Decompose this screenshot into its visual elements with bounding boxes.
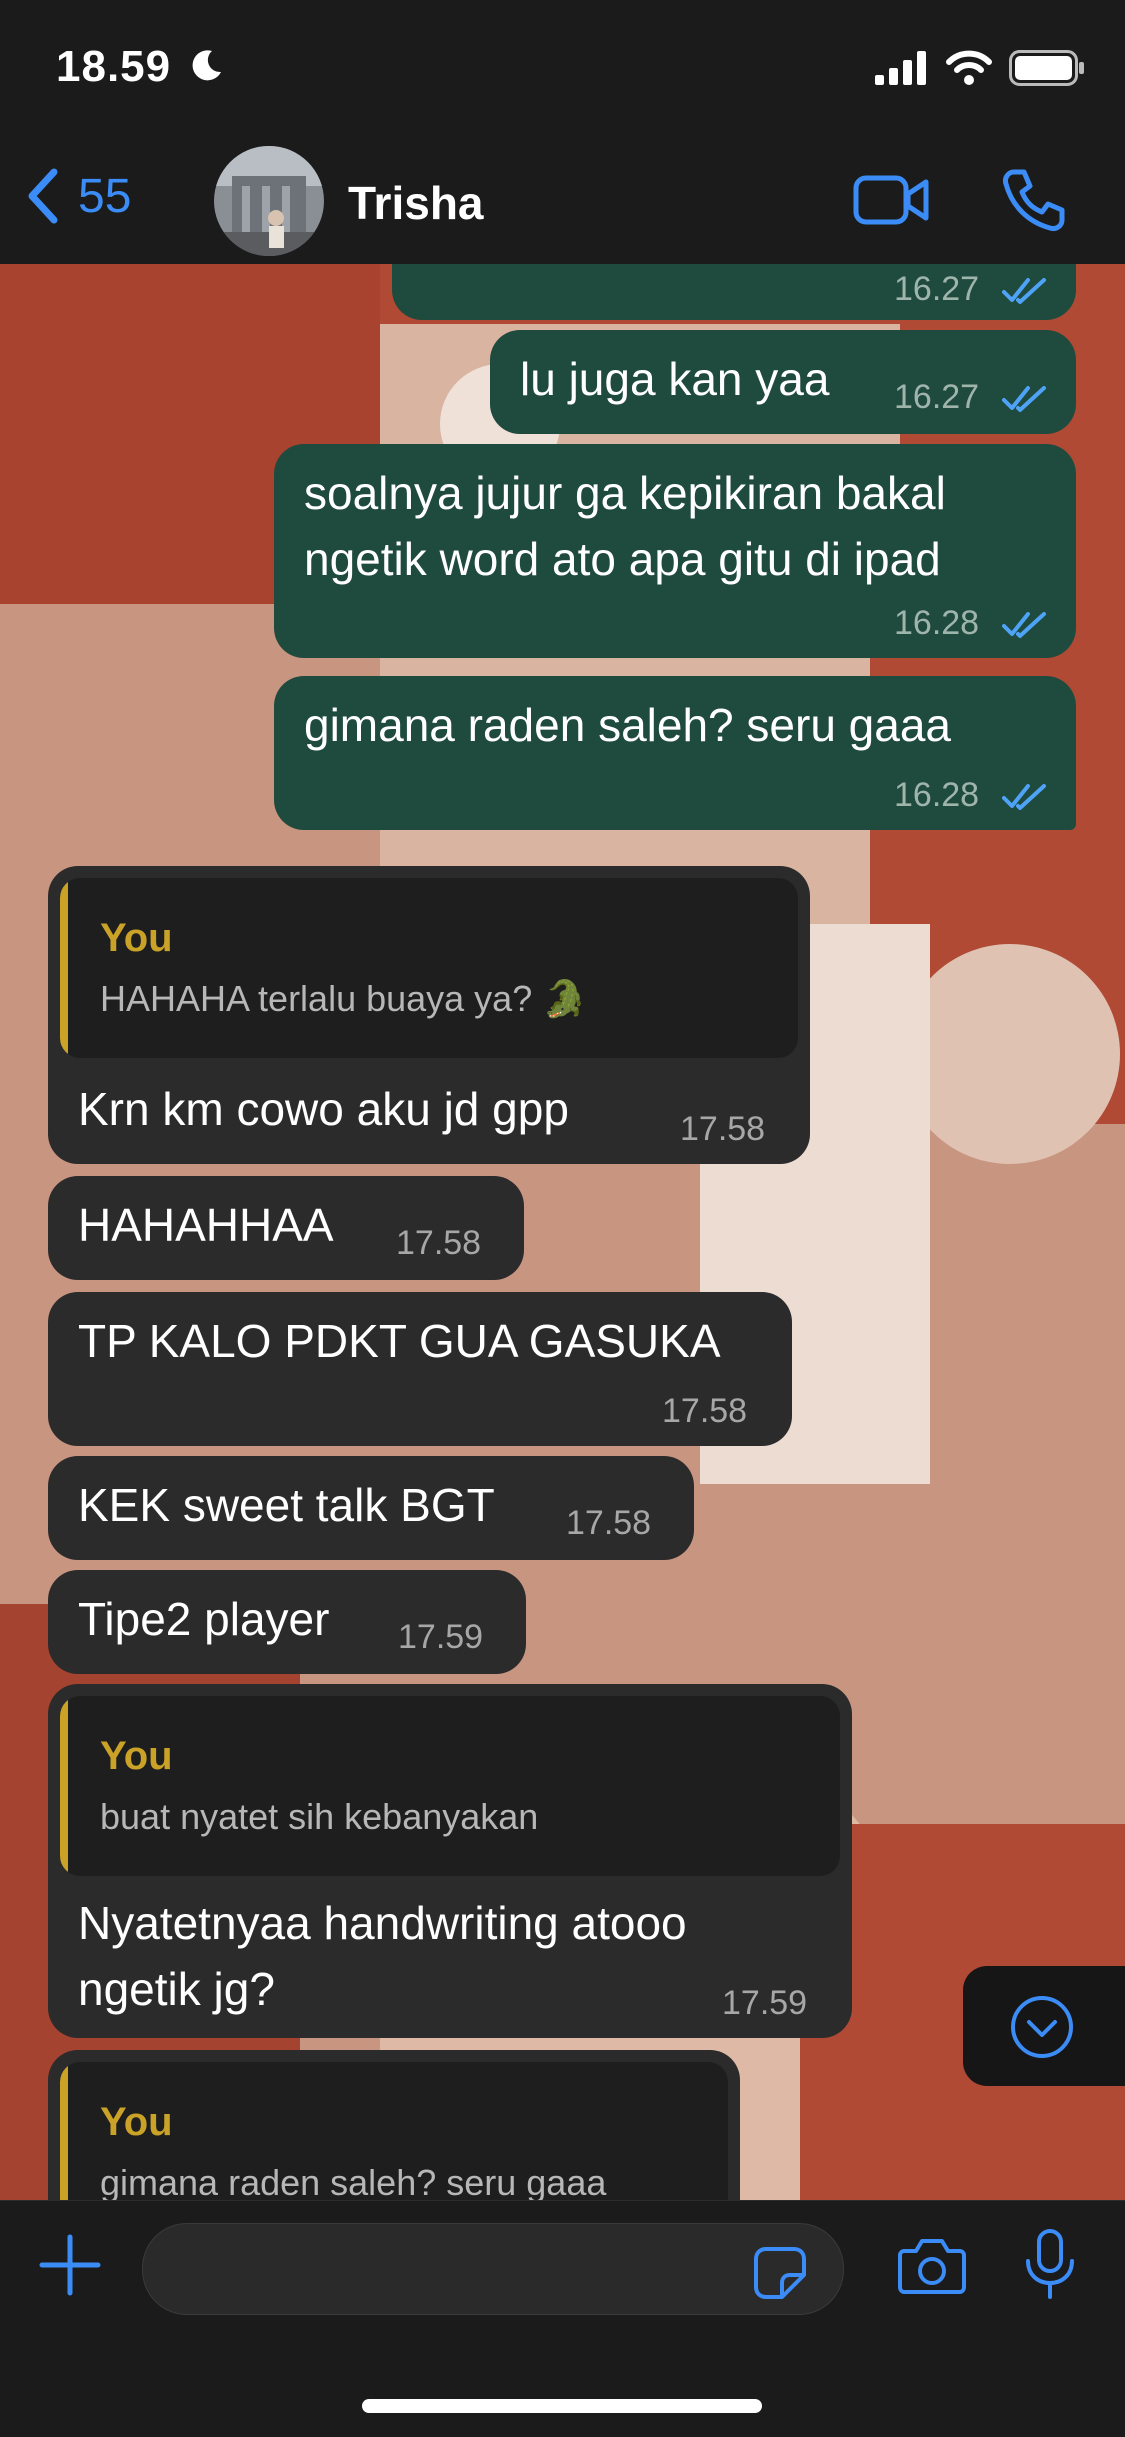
message-time: 16.28 bbox=[894, 776, 980, 814]
camera-icon[interactable] bbox=[898, 2235, 966, 2295]
quote-author: You bbox=[100, 1734, 173, 1778]
message-text: lu juga kan yaa bbox=[520, 353, 830, 405]
scroll-to-bottom-button[interactable] bbox=[963, 1966, 1125, 2086]
outgoing-message[interactable]: soalnya jujur ga kepikiran bakal ngetik … bbox=[274, 444, 1076, 658]
chevron-down-circle-icon bbox=[1011, 1996, 1073, 2058]
sticker-icon[interactable] bbox=[752, 2245, 808, 2301]
message-text: soalnya jujur ga kepikiran bakal ngetik … bbox=[304, 460, 946, 592]
message-time: 17.59 bbox=[398, 1618, 484, 1656]
message-input[interactable] bbox=[142, 2223, 844, 2315]
quote-text: HAHAHA terlalu buaya ya? 🐊 bbox=[100, 978, 588, 1019]
message-time: 17.58 bbox=[680, 1110, 766, 1148]
status-bar: 18.59 bbox=[0, 0, 1125, 140]
video-call-icon[interactable] bbox=[852, 168, 932, 232]
incoming-message[interactable]: You HAHAHA terlalu buaya ya? 🐊 Krn km co… bbox=[48, 866, 810, 1164]
chat-header: 55 Trisha bbox=[0, 140, 1125, 265]
incoming-message[interactable]: TP KALO PDKT GUA GASUKA 17.58 bbox=[48, 1292, 792, 1446]
wallpaper-shape bbox=[900, 944, 1120, 1164]
message-time: 17.58 bbox=[396, 1224, 482, 1262]
read-receipt-icon bbox=[1002, 278, 1046, 304]
outgoing-message[interactable]: lu juga kan yaa 16.27 bbox=[490, 330, 1076, 434]
quote-text: gimana raden saleh? seru gaaa bbox=[100, 2162, 607, 2200]
outgoing-message[interactable]: gimana raden saleh? seru gaaa 16.28 bbox=[274, 676, 1076, 830]
message-time: 17.58 bbox=[566, 1504, 652, 1542]
message-line: ngetik jg? bbox=[78, 1963, 275, 2015]
quoted-reply[interactable]: You HAHAHA terlalu buaya ya? 🐊 bbox=[60, 878, 798, 1058]
message-text: TP KALO PDKT GUA GASUKA bbox=[78, 1315, 721, 1367]
microphone-icon[interactable] bbox=[1022, 2229, 1078, 2301]
battery-icon bbox=[1009, 50, 1084, 86]
message-line: soalnya jujur ga kepikiran bakal bbox=[304, 467, 946, 519]
quote-author: You bbox=[100, 2100, 173, 2144]
message-time: 16.27 bbox=[894, 378, 980, 416]
quote-accent-bar bbox=[60, 878, 68, 1058]
message-text: gimana raden saleh? seru gaaa bbox=[304, 699, 952, 751]
incoming-message[interactable]: Tipe2 player 17.59 bbox=[48, 1570, 526, 1674]
message-composer bbox=[0, 2200, 1125, 2437]
phone-call-icon[interactable] bbox=[1000, 166, 1068, 234]
message-time: 17.58 bbox=[662, 1392, 748, 1430]
status-time: 18.59 bbox=[56, 42, 172, 91]
message-text: KEK sweet talk BGT bbox=[78, 1479, 495, 1531]
message-text: HAHAHHAA bbox=[78, 1199, 334, 1251]
moon-icon bbox=[192, 50, 221, 81]
plus-icon[interactable] bbox=[38, 2233, 102, 2297]
home-indicator[interactable] bbox=[362, 2399, 762, 2413]
quote-accent-bar bbox=[60, 1696, 68, 1876]
chevron-left-icon bbox=[28, 168, 58, 224]
quote-author: You bbox=[100, 916, 173, 960]
wifi-icon bbox=[946, 50, 992, 85]
message-text: Krn km cowo aku jd gpp bbox=[78, 1083, 569, 1135]
message-time: 16.28 bbox=[894, 604, 980, 642]
signal-icon bbox=[875, 51, 926, 85]
message-line: Nyatetnyaa handwriting atooo bbox=[78, 1897, 687, 1949]
incoming-message[interactable]: You gimana raden saleh? seru gaaa bbox=[48, 2050, 740, 2200]
incoming-message[interactable]: You buat nyatet sih kebanyakan Nyatetnya… bbox=[48, 1684, 852, 2038]
chat-area[interactable]: 16.27 lu juga kan yaa 16.27 soalnya juju… bbox=[0, 264, 1125, 2200]
message-text: Tipe2 player bbox=[78, 1593, 330, 1645]
read-receipt-icon bbox=[1002, 784, 1046, 810]
contact-name[interactable]: Trisha bbox=[348, 176, 484, 230]
message-time: 16.27 bbox=[894, 270, 980, 308]
quote-accent-bar bbox=[60, 2062, 68, 2200]
message-line: ngetik word ato apa gitu di ipad bbox=[304, 533, 941, 585]
read-receipt-icon bbox=[1002, 612, 1046, 638]
incoming-message[interactable]: HAHAHHAA 17.58 bbox=[48, 1176, 524, 1280]
message-time: 17.59 bbox=[722, 1984, 808, 2022]
quote-text: buat nyatet sih kebanyakan bbox=[100, 1796, 539, 1837]
back-button[interactable]: 55 bbox=[24, 166, 131, 226]
quoted-reply[interactable]: You buat nyatet sih kebanyakan bbox=[60, 1696, 840, 1876]
status-icons bbox=[875, 50, 1085, 86]
avatar[interactable] bbox=[214, 146, 324, 256]
incoming-message[interactable]: KEK sweet talk BGT 17.58 bbox=[48, 1456, 694, 1560]
quoted-reply[interactable]: You gimana raden saleh? seru gaaa bbox=[60, 2062, 728, 2200]
message-text: Nyatetnyaa handwriting atooo ngetik jg? bbox=[78, 1890, 687, 2022]
outgoing-message[interactable]: 16.27 bbox=[392, 264, 1076, 320]
read-receipt-icon bbox=[1002, 386, 1046, 412]
unread-count: 55 bbox=[78, 169, 132, 223]
